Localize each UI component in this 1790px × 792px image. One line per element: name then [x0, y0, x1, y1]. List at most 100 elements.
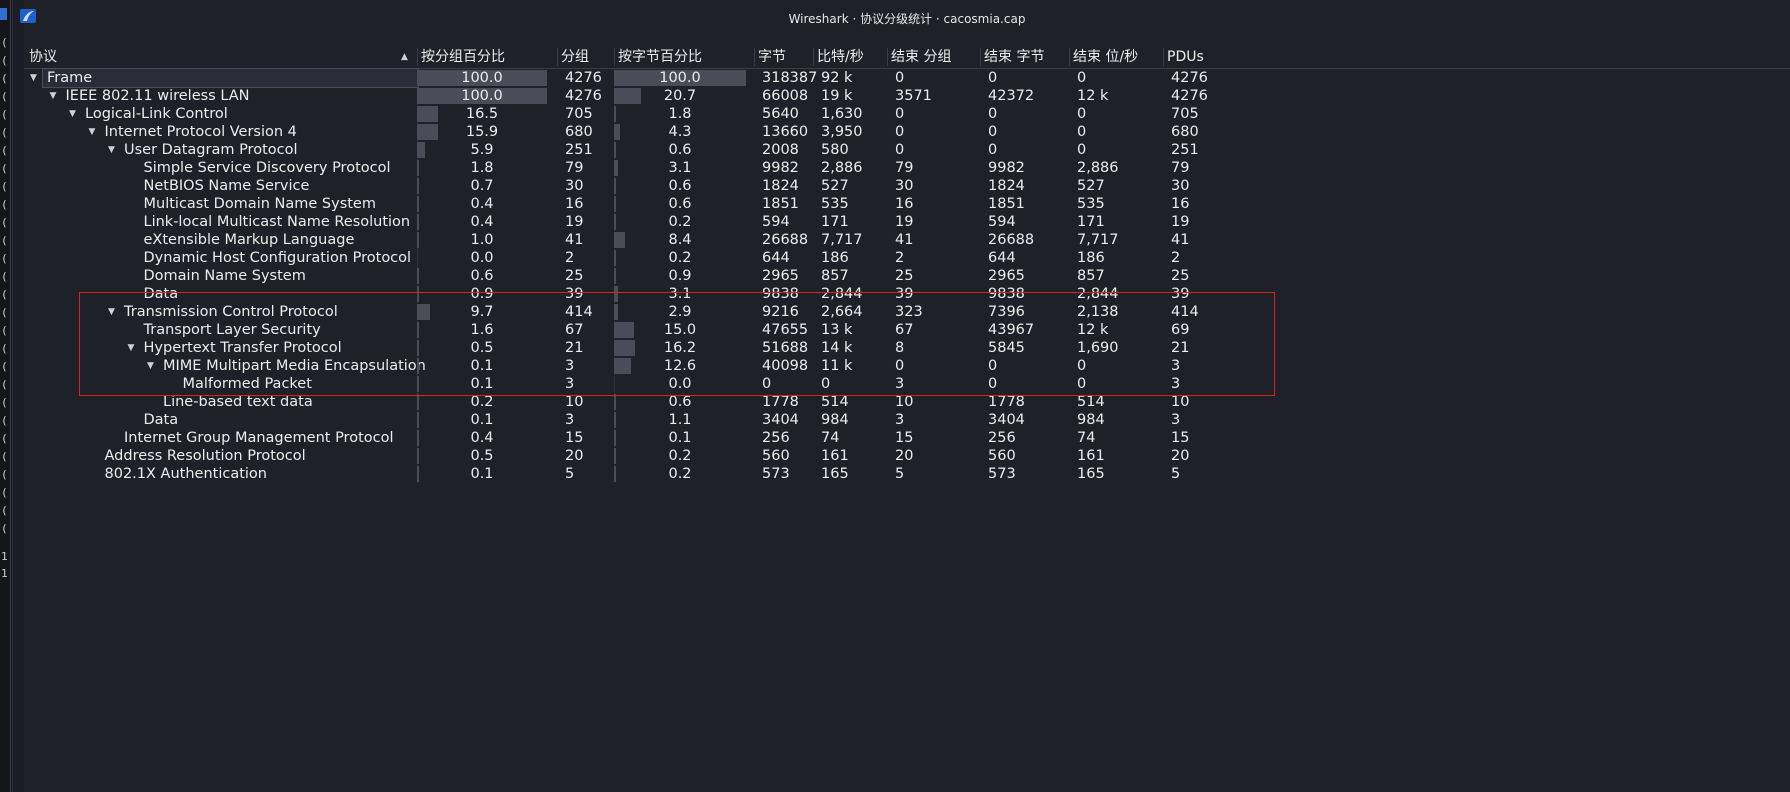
table-row[interactable]: Multicast Domain Name System 0.4 16 0.6 1851… [24, 195, 1790, 213]
cell-pkts: 680 [565, 124, 593, 140]
table-row[interactable]: ▼ Hypertext Transfer Protocol 0.5 21 16.2 516… [24, 339, 1790, 357]
protocol-name: Dynamic Host Configuration Protocol [143, 250, 412, 266]
cell-bps: 0 [821, 376, 831, 392]
column-header-bits-per-second[interactable]: 比特/秒 [817, 47, 864, 67]
table-row[interactable]: 802.1X Authentication 0.1 5 0.2 573 165 5 573 16… [24, 465, 1790, 483]
cell-bps: 857 [821, 268, 849, 284]
table-row[interactable]: Link-local Multicast Name Resolution 0.4 1… [24, 213, 1790, 231]
cell-bytes: 13660 [762, 124, 809, 140]
cell-pkt-pct: 1.6 [470, 322, 494, 338]
left-edge-char: ( [1, 288, 8, 301]
table-row[interactable]: NetBIOS Name Service 0.7 30 0.6 1824 527 30 182… [24, 177, 1790, 195]
cell-pdus: 3 [1171, 412, 1181, 428]
cell-bytes: 560 [762, 448, 790, 464]
expand-arrow-icon[interactable]: ▼ [108, 303, 115, 321]
table-row[interactable]: Dynamic Host Configuration Protocol 0.0 2 0… [24, 249, 1790, 267]
table-row[interactable]: ▼ Internet Protocol Version 4 15.9 680 4.3 13… [24, 123, 1790, 141]
cell-bps: 92 k [821, 70, 853, 86]
column-header-end-packets[interactable]: 结束 分组 [891, 47, 951, 67]
left-edge-char: ( [1, 396, 8, 409]
cell-pdus: 4276 [1171, 70, 1208, 86]
cell-end-pkts: 0 [895, 124, 905, 140]
expand-arrow-icon[interactable]: ▼ [89, 123, 96, 141]
column-divider[interactable] [614, 48, 615, 66]
left-edge-char: ( [1, 72, 8, 85]
cell-pdus: 3 [1171, 376, 1181, 392]
column-header-protocol[interactable]: 协议 [29, 47, 57, 67]
column-divider[interactable] [813, 48, 814, 66]
cell-bytes: 3404 [762, 412, 799, 428]
table-row[interactable]: Internet Group Management Protocol 0.4 15 0… [24, 429, 1790, 447]
left-edge-char: ( [1, 432, 8, 445]
cell-byte-pct: 0.1 [668, 430, 692, 446]
cell-end-pkts: 19 [895, 214, 914, 230]
column-header-pdus[interactable]: PDUs [1167, 47, 1204, 67]
cell-end-bps: 535 [1077, 196, 1105, 212]
expand-arrow-icon[interactable]: ▼ [30, 69, 37, 87]
column-divider[interactable] [980, 48, 981, 66]
table-row[interactable]: Malformed Packet 0.1 3 0.0 0 0 3 0 0 3 [24, 375, 1790, 393]
expand-arrow-icon[interactable]: ▼ [128, 339, 135, 357]
cell-end-bytes: 26688 [988, 232, 1035, 248]
cell-bytes: 9982 [762, 160, 799, 176]
column-divider[interactable] [1069, 48, 1070, 66]
protocol-name: Link-local Multicast Name Resolution [143, 214, 411, 230]
table-row[interactable]: ▼ IEEE 802.11 wireless LAN 100.0 4276 20.7 66… [24, 87, 1790, 105]
column-header-end-bytes[interactable]: 结束 字节 [984, 47, 1044, 67]
table-row[interactable]: ▼ Frame 100.0 4276 100.0 318387 92 k 0 0 0 4276 [24, 68, 1790, 88]
left-edge-char: ( [1, 342, 8, 355]
column-divider[interactable] [1163, 48, 1164, 66]
table-row[interactable]: ▼ Transmission Control Protocol 9.7 414 2.9 9… [24, 303, 1790, 321]
cell-bps: 2,664 [821, 304, 863, 320]
column-divider[interactable] [887, 48, 888, 66]
table-row[interactable]: Data 0.1 3 1.1 3404 984 3 3404 984 3 [24, 411, 1790, 429]
expand-arrow-icon[interactable]: ▼ [50, 87, 57, 105]
table-row[interactable]: Transport Layer Security 1.6 67 15.0 47655 13… [24, 321, 1790, 339]
table-row[interactable]: Data 0.9 39 3.1 9838 2,844 39 9838 2,844 39 [24, 285, 1790, 303]
cell-end-bps: 161 [1077, 448, 1105, 464]
table-row[interactable]: Line-based text data 0.2 10 0.6 1778 514 10 177… [24, 393, 1790, 411]
cell-pdus: 21 [1171, 340, 1190, 356]
left-edge-char: ( [1, 324, 8, 337]
expand-arrow-icon[interactable]: ▼ [147, 357, 154, 375]
column-divider[interactable] [417, 48, 418, 66]
cell-bps: 171 [821, 214, 849, 230]
cell-end-bytes: 0 [988, 376, 998, 392]
cell-end-bps: 527 [1077, 178, 1105, 194]
column-header-packets[interactable]: 分组 [561, 47, 589, 67]
table-row[interactable]: ▼ User Datagram Protocol 5.9 251 0.6 2008 580 0… [24, 141, 1790, 159]
cell-pdus: 414 [1171, 304, 1199, 320]
cell-end-bps: 1,690 [1077, 340, 1119, 356]
cell-bytes: 26688 [762, 232, 809, 248]
cell-end-bps: 514 [1077, 394, 1105, 410]
protocol-name: Line-based text data [163, 394, 313, 410]
protocol-name: Data [143, 412, 179, 428]
column-header-end-bits-per-second[interactable]: 结束 位/秒 [1073, 47, 1138, 67]
expand-arrow-icon[interactable]: ▼ [108, 141, 115, 159]
table-row[interactable]: Simple Service Discovery Protocol 1.8 79 3.… [24, 159, 1790, 177]
table-row[interactable]: Domain Name System 0.6 25 0.9 2965 857 25 2965 8… [24, 267, 1790, 285]
cell-byte-pct: 0.0 [668, 376, 692, 392]
sort-ascending-icon[interactable]: ▲ [401, 52, 408, 62]
cell-end-pkts: 0 [895, 358, 905, 374]
cell-end-bytes: 1824 [988, 178, 1025, 194]
table-row[interactable]: ▼ MIME Multipart Media Encapsulation 0.1 3 1… [24, 357, 1790, 375]
cell-end-bps: 984 [1077, 412, 1105, 428]
column-header-byte-percent[interactable]: 按字节百分比 [618, 47, 702, 67]
table-row[interactable]: Address Resolution Protocol 0.5 20 0.2 560 16… [24, 447, 1790, 465]
cell-pkt-pct: 15.9 [465, 124, 499, 140]
column-header-bytes[interactable]: 字节 [758, 47, 786, 67]
cell-bytes: 51688 [762, 340, 809, 356]
cell-end-pkts: 30 [895, 178, 914, 194]
table-row[interactable]: eXtensible Markup Language 1.0 41 8.4 26688 7… [24, 231, 1790, 249]
column-divider[interactable] [557, 48, 558, 66]
expand-arrow-icon[interactable]: ▼ [69, 105, 76, 123]
cell-pkt-pct: 0.5 [470, 448, 494, 464]
cell-bytes: 47655 [762, 322, 809, 338]
protocol-name: Logical-Link Control [85, 106, 228, 122]
column-divider[interactable] [754, 48, 755, 66]
cell-pkt-pct: 100.0 [461, 70, 503, 86]
column-header-packet-percent[interactable]: 按分组百分比 [421, 47, 505, 67]
table-row[interactable]: ▼ Logical-Link Control 16.5 705 1.8 5640 1,630… [24, 105, 1790, 123]
cell-pdus: 680 [1171, 124, 1199, 140]
